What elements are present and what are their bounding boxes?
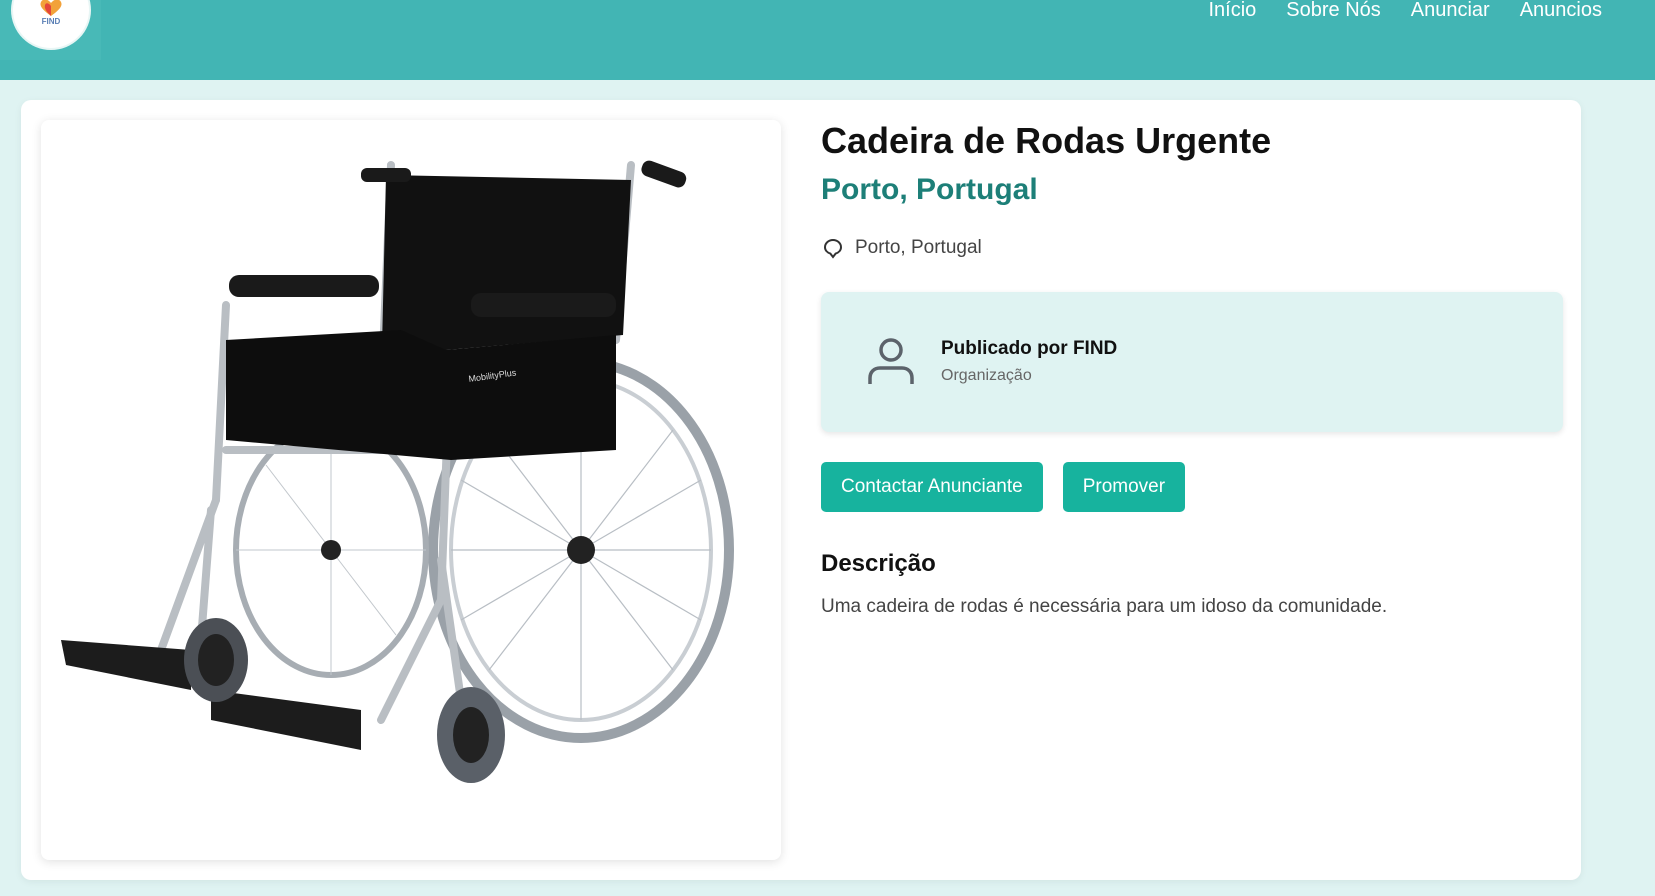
- description-heading: Descrição: [821, 550, 936, 577]
- location-text: Porto, Portugal: [855, 237, 982, 258]
- nav-anuncios[interactable]: Anuncios: [1520, 0, 1602, 22]
- listing-image[interactable]: MobilityPlus: [41, 120, 781, 860]
- find-logo[interactable]: FIND: [13, 0, 89, 48]
- nav-sobre-nos[interactable]: Sobre Nós: [1286, 0, 1381, 22]
- listing-info: Cadeira de Rodas Urgente Porto, Portugal…: [821, 120, 1563, 618]
- location-pin-icon: [823, 238, 843, 259]
- listing-city: Porto, Portugal: [821, 173, 1038, 206]
- nav-anunciar[interactable]: Anunciar: [1411, 0, 1490, 22]
- listing-title: Cadeira de Rodas Urgente: [821, 120, 1272, 161]
- top-navbar: FIND Início Sobre Nós Anunciar Anuncios: [0, 0, 1655, 80]
- listing-card: MobilityPlus Cadeira de Rodas Urgente Po…: [21, 100, 1581, 880]
- wheelchair-image: MobilityPlus: [61, 160, 734, 783]
- nav-inicio[interactable]: Início: [1208, 0, 1256, 22]
- main-nav: Início Sobre Nós Anunciar Anuncios: [1208, 0, 1602, 22]
- location-row: Porto, Portugal: [821, 236, 1563, 260]
- publisher-role: Organização: [941, 367, 1032, 384]
- logo-container[interactable]: FIND: [0, 0, 101, 60]
- contact-advertiser-button[interactable]: Contactar Anunciante: [821, 462, 1043, 512]
- logo-text: FIND: [41, 17, 61, 26]
- action-buttons: Contactar Anunciante Promover: [821, 462, 1563, 512]
- publisher-name: Publicado por FIND: [941, 338, 1118, 359]
- description-text: Uma cadeira de rodas é necessária para u…: [821, 596, 1388, 617]
- user-icon: [868, 338, 914, 384]
- promote-button[interactable]: Promover: [1062, 462, 1186, 512]
- publisher-card: Publicado por FIND Organização: [821, 292, 1563, 432]
